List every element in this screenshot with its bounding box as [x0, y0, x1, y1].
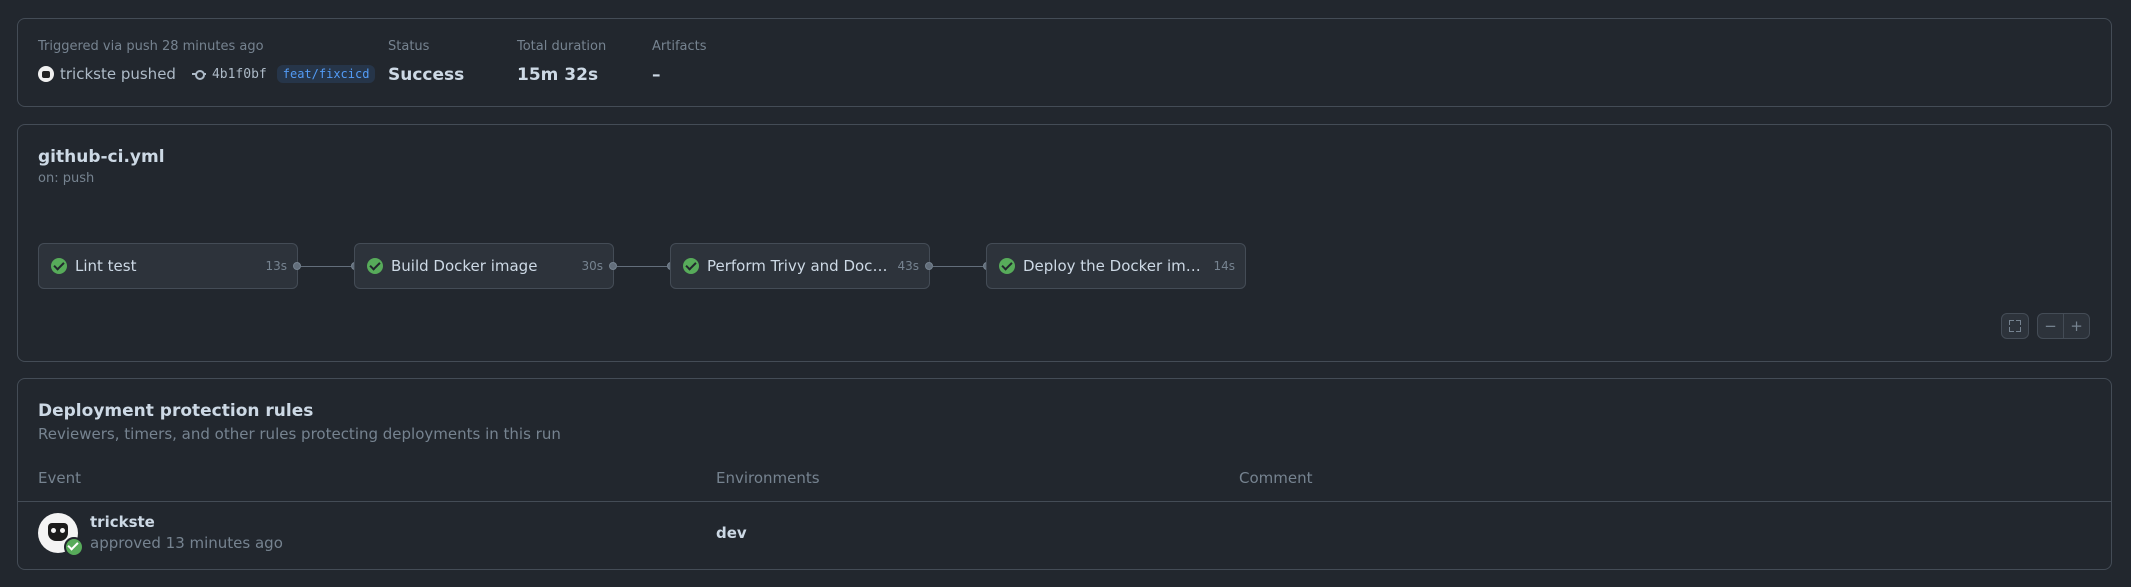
- job-connector-line: [933, 266, 983, 267]
- table-divider: [18, 501, 2111, 502]
- fullscreen-button[interactable]: [2001, 313, 2029, 339]
- branch-label[interactable]: feat/fixcicd: [276, 65, 376, 83]
- job-connector-dot: [925, 262, 933, 270]
- job-connector-dot: [609, 262, 617, 270]
- check-circle-icon: [64, 537, 84, 557]
- deployment-protection-panel: Deployment protection rules Reviewers, t…: [17, 378, 2112, 570]
- job-trivy-dockle-scan[interactable]: Perform Trivy and Dockle t... 43s: [670, 243, 930, 289]
- actor-avatar[interactable]: [38, 66, 54, 82]
- job-build-docker-image[interactable]: Build Docker image 30s: [354, 243, 614, 289]
- job-name: Build Docker image: [391, 257, 538, 275]
- check-circle-icon: [999, 258, 1015, 274]
- job-lint-test[interactable]: Lint test 13s: [38, 243, 298, 289]
- zoom-out-icon: −: [2044, 317, 2057, 335]
- section-subtitle: Reviewers, timers, and other rules prote…: [38, 425, 561, 443]
- section-title: Deployment protection rules: [38, 401, 314, 421]
- job-deploy-docker-image[interactable]: Deploy the Docker image 14s: [986, 243, 1246, 289]
- job-name: Perform Trivy and Dockle t...: [707, 257, 894, 275]
- duration-value: 15m 32s: [517, 65, 599, 85]
- zoom-in-icon: +: [2070, 317, 2083, 335]
- artifacts-column: Artifacts –: [652, 39, 707, 85]
- duration-label: Total duration: [517, 39, 607, 54]
- approval-event: approved 13 minutes ago: [90, 534, 283, 552]
- job-connector-line: [617, 266, 667, 267]
- artifacts-value: –: [652, 65, 661, 85]
- actor-link[interactable]: trickste pushed: [60, 65, 176, 83]
- commit-icon: [191, 69, 206, 80]
- check-circle-icon: [367, 258, 383, 274]
- fullscreen-icon: [2009, 320, 2021, 332]
- avatar-face: [48, 523, 68, 541]
- zoom-in-button[interactable]: +: [2063, 313, 2090, 339]
- job-connector-line: [301, 266, 351, 267]
- status-label: Status: [388, 39, 430, 54]
- check-circle-icon: [683, 258, 699, 274]
- trigger-text: Triggered via push 28 minutes ago: [38, 39, 264, 54]
- column-header-event: Event: [38, 469, 81, 487]
- workflow-graph-panel: github-ci.yml on: push Lint test 13s Bui…: [17, 124, 2112, 362]
- status-value: Success: [388, 65, 465, 85]
- job-duration: 30s: [581, 259, 603, 273]
- run-summary-panel: Triggered via push 28 minutes ago tricks…: [17, 18, 2112, 107]
- check-circle-icon: [51, 258, 67, 274]
- column-header-environments: Environments: [716, 469, 820, 487]
- job-name: Lint test: [75, 257, 137, 275]
- commit-sha-link[interactable]: 4b1f0bf: [212, 67, 267, 82]
- artifacts-label: Artifacts: [652, 39, 707, 54]
- column-header-comment: Comment: [1239, 469, 1313, 487]
- reviewer-name[interactable]: trickste: [90, 513, 155, 531]
- trigger-row: trickste pushed 4b1f0bf feat/fixcicd: [38, 65, 376, 83]
- environment-name: dev: [716, 524, 747, 542]
- job-duration: 43s: [897, 259, 919, 273]
- job-duration: 14s: [1213, 259, 1235, 273]
- zoom-out-button[interactable]: −: [2037, 313, 2064, 339]
- job-name: Deploy the Docker image: [1023, 257, 1210, 275]
- duration-column: Total duration 15m 32s: [517, 39, 606, 85]
- avatar[interactable]: [38, 513, 84, 557]
- job-connector-dot: [293, 262, 301, 270]
- workflow-file-name[interactable]: github-ci.yml: [38, 147, 165, 167]
- job-duration: 13s: [265, 259, 287, 273]
- workflow-trigger: on: push: [38, 171, 95, 186]
- status-column: Status Success: [388, 39, 464, 85]
